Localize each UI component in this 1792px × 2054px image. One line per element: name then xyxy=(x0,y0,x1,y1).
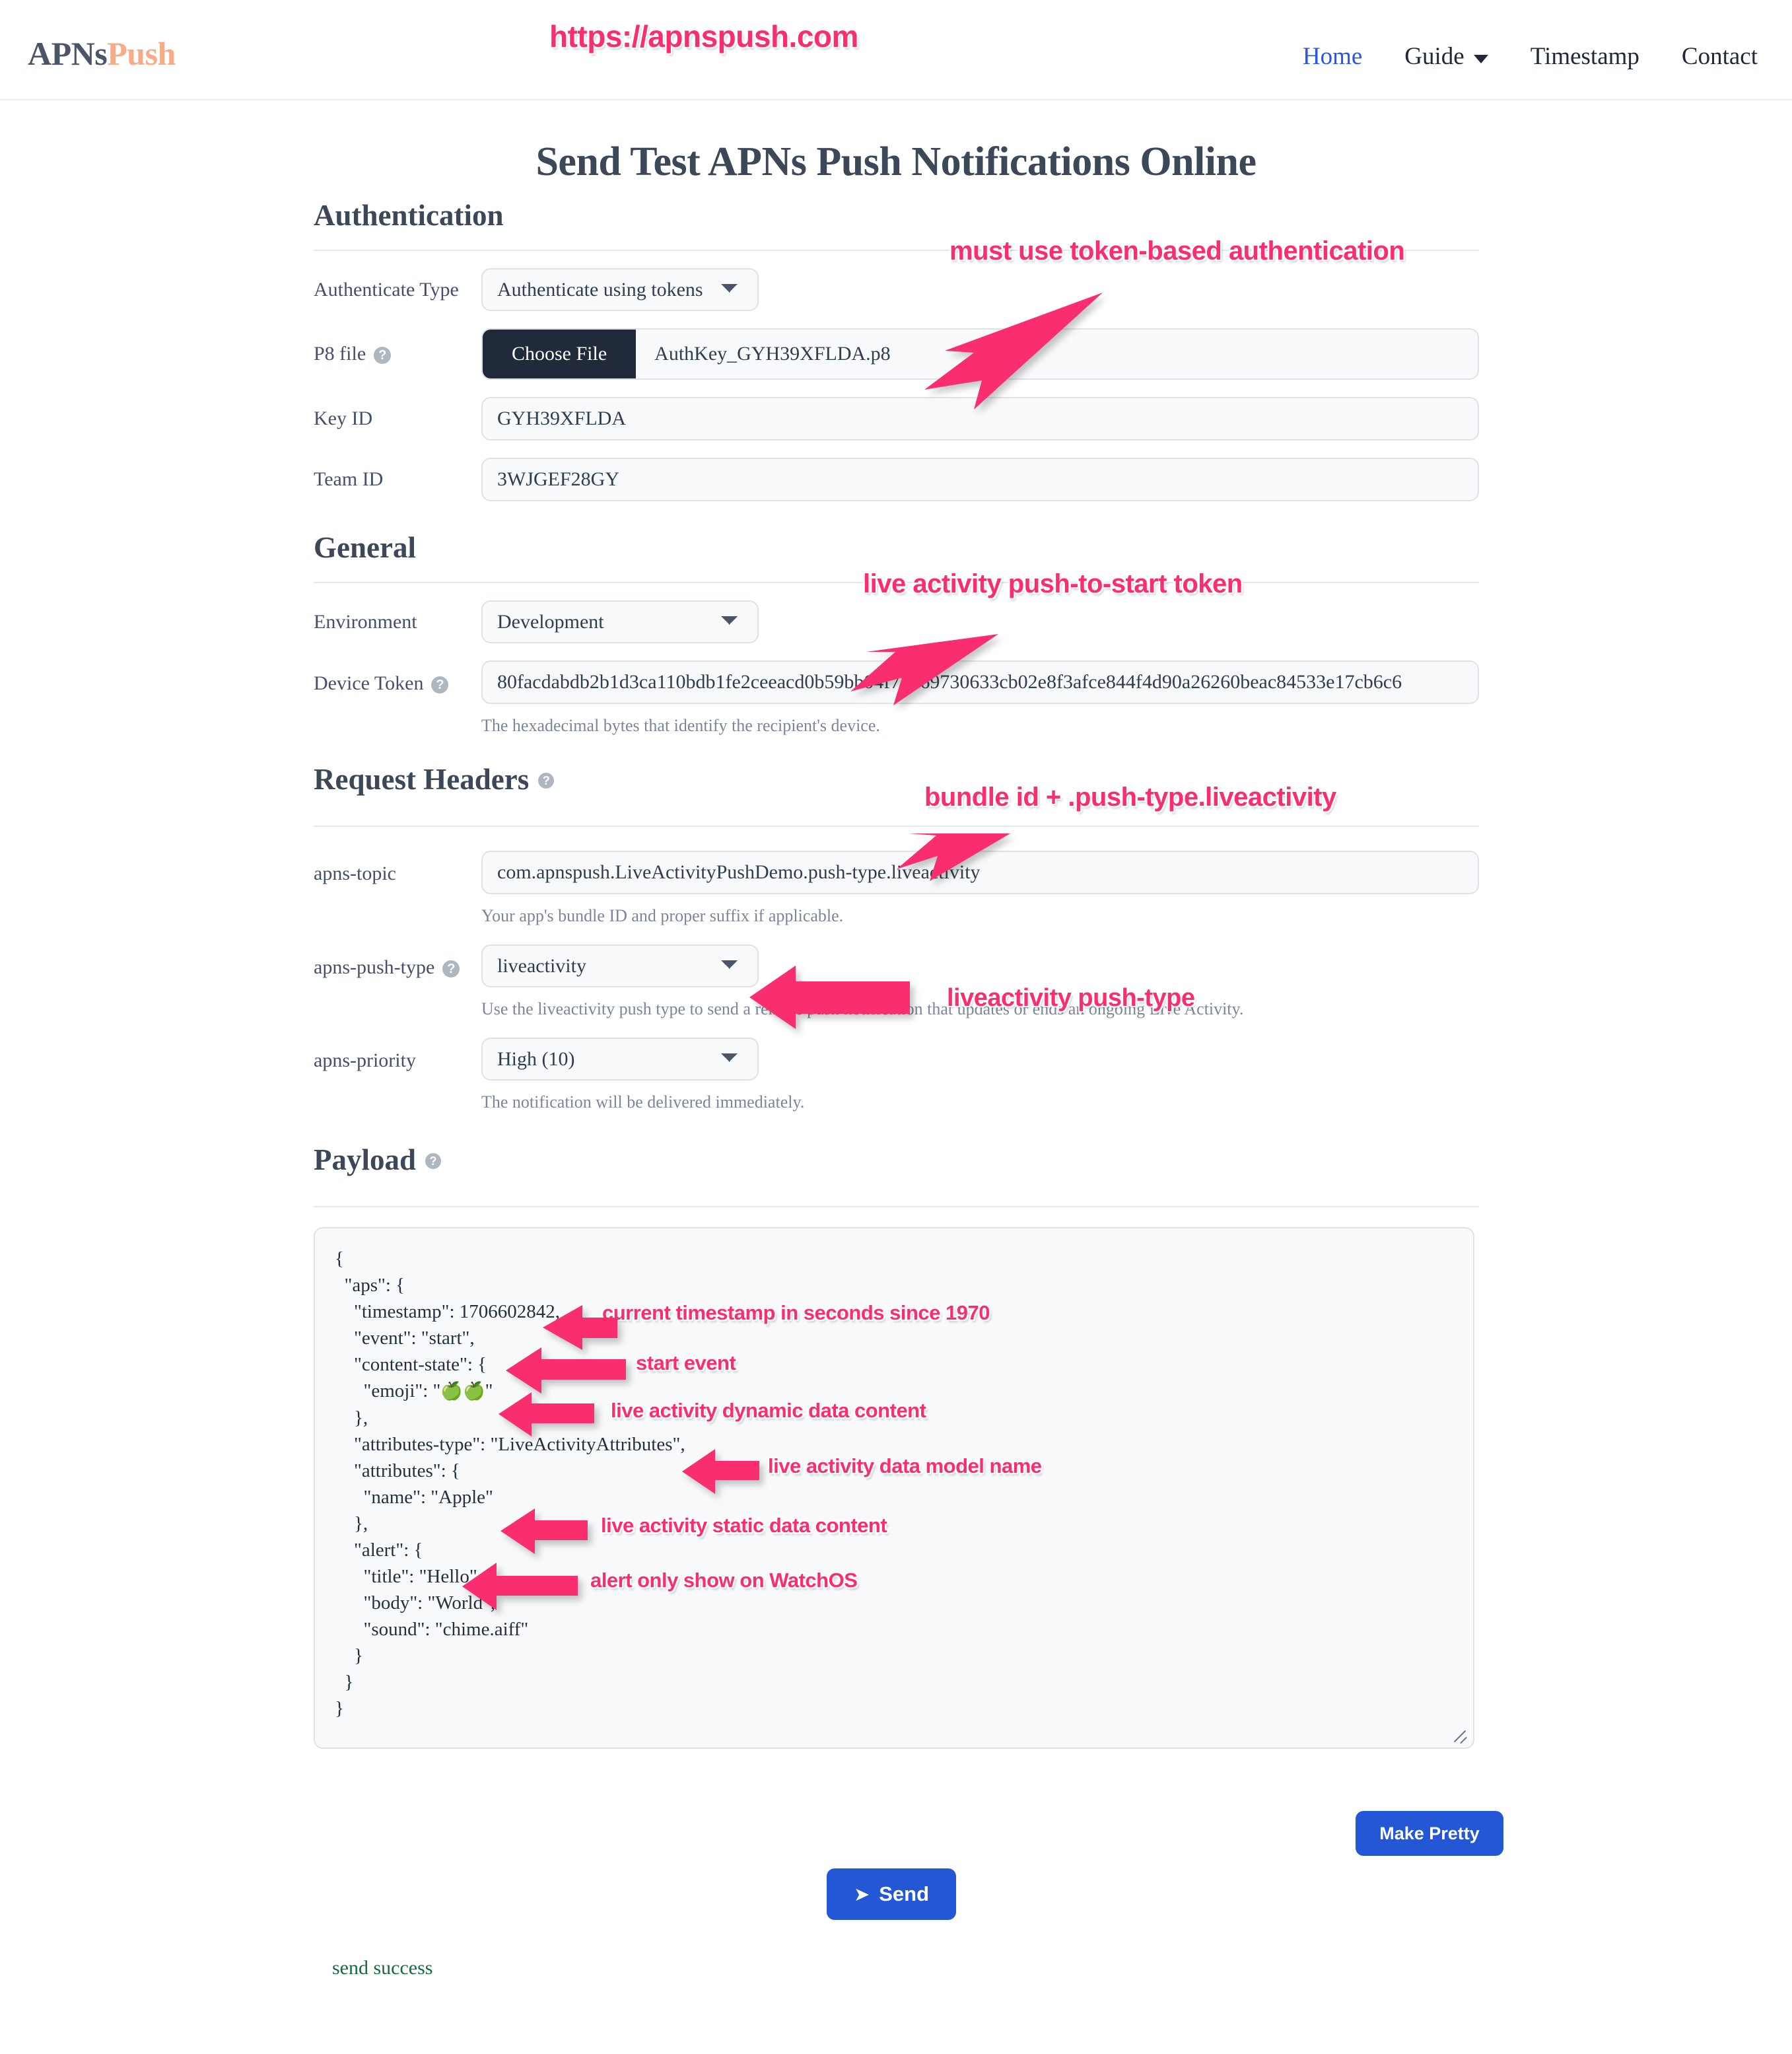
label-apns-push-type: apns-push-type ? xyxy=(314,944,481,979)
nav-links: Home Guide Timestamp Contact xyxy=(1282,42,1779,71)
nav-item-guide-label: Guide xyxy=(1404,43,1465,70)
annotation-url: https://apnspush.com xyxy=(549,19,858,53)
annotation-static-data: live activity static data content xyxy=(601,1514,887,1537)
section-heading-payload: Payload ? xyxy=(314,1143,1479,1177)
team-id-input[interactable] xyxy=(481,458,1479,501)
nav-item-contact[interactable]: Contact xyxy=(1661,42,1779,71)
device-token-input[interactable] xyxy=(481,660,1479,704)
label-device-token-text: Device Token xyxy=(314,672,424,694)
brand-primary-text: APNs xyxy=(28,35,108,72)
section-heading-request-headers-text: Request Headers xyxy=(314,763,530,796)
payload-emoji: 🍏🍏 xyxy=(440,1381,485,1401)
divider-payload xyxy=(314,1206,1479,1207)
device-token-hint: The hexadecimal bytes that identify the … xyxy=(481,716,880,735)
annotation-dynamic-data: live activity dynamic data content xyxy=(611,1399,926,1422)
nav-item-home[interactable]: Home xyxy=(1282,42,1383,71)
apns-priority-select[interactable]: High (10) xyxy=(481,1038,759,1080)
send-button[interactable]: ➤ Send xyxy=(827,1868,956,1920)
key-id-input[interactable] xyxy=(481,397,1479,441)
apns-topic-input[interactable] xyxy=(481,851,1479,894)
label-p8-file-text: P8 file xyxy=(314,343,366,365)
payload-json-part2: " }, "attributes-type": "LiveActivityAtt… xyxy=(335,1380,685,1719)
send-button-label: Send xyxy=(879,1882,930,1905)
help-icon[interactable]: ? xyxy=(374,347,392,364)
help-icon[interactable]: ? xyxy=(431,676,449,693)
help-icon[interactable]: ? xyxy=(425,1153,442,1169)
label-environment: Environment xyxy=(314,610,417,633)
payload-json-part1: { "aps": { "timestamp": 1706602842, "eve… xyxy=(335,1248,561,1401)
row-team-id: Team ID xyxy=(314,458,1479,501)
choose-file-button[interactable]: Choose File xyxy=(483,330,637,378)
label-apns-priority: apns-priority xyxy=(314,1049,416,1071)
row-apns-priority: apns-priority High (10) The notification… xyxy=(314,1038,1479,1112)
make-pretty-button[interactable]: Make Pretty xyxy=(1356,1811,1503,1856)
row-apns-push-type: apns-push-type ? liveactivity Use the li… xyxy=(314,944,1479,1019)
push-form: Authentication Authenticate Type Authent… xyxy=(314,198,1479,1749)
section-heading-authentication-text: Authentication xyxy=(314,199,504,232)
apns-topic-hint: Your app's bundle ID and proper suffix i… xyxy=(481,906,844,925)
label-apns-topic: apns-topic xyxy=(314,863,396,884)
field-device-token: The hexadecimal bytes that identify the … xyxy=(481,660,1479,736)
row-device-token: Device Token ? The hexadecimal bytes tha… xyxy=(314,660,1479,736)
label-p8-file: P8 file ? xyxy=(314,343,481,365)
label-authenticate-type: Authenticate Type xyxy=(314,278,459,301)
label-device-token: Device Token ? xyxy=(314,660,481,695)
label-key-id: Key ID xyxy=(314,407,373,429)
field-authenticate-type: Authenticate using tokens xyxy=(481,268,1479,311)
row-key-id: Key ID xyxy=(314,397,1479,441)
section-heading-general: General xyxy=(314,530,1479,565)
row-environment: Environment Development xyxy=(314,600,1479,643)
label-apns-push-type-text: apns-push-type xyxy=(314,956,435,978)
annotation-push-type: liveactivity push-type xyxy=(947,984,1195,1012)
apns-push-type-select[interactable]: liveactivity xyxy=(481,944,759,987)
row-apns-topic: apns-topic Your app's bundle ID and prop… xyxy=(314,851,1479,926)
row-p8-file: P8 file ? Choose File AuthKey_GYH39XFLDA… xyxy=(314,328,1479,380)
annotation-bundle-id: bundle id + .push-type.liveactivity xyxy=(924,783,1336,812)
help-icon[interactable]: ? xyxy=(538,773,555,789)
field-environment: Development xyxy=(481,600,1479,643)
brand-logo[interactable]: APNsPush xyxy=(28,34,176,73)
field-p8-file: Choose File AuthKey_GYH39XFLDA.p8 xyxy=(481,328,1479,380)
chevron-down-icon xyxy=(1473,55,1488,63)
help-icon[interactable]: ? xyxy=(442,960,460,977)
resize-handle-icon[interactable] xyxy=(1451,1725,1468,1742)
annotation-start-event: start event xyxy=(636,1351,736,1374)
field-key-id xyxy=(481,397,1479,441)
section-heading-general-text: General xyxy=(314,531,416,564)
annotation-data-model: live activity data model name xyxy=(768,1454,1042,1477)
field-apns-priority: High (10) The notification will be deliv… xyxy=(481,1038,1479,1112)
section-heading-authentication: Authentication xyxy=(314,198,1479,232)
navbar: APNsPush Home Guide Timestamp Contact xyxy=(0,0,1792,100)
annotation-token-auth: must use token-based authentication xyxy=(949,236,1405,266)
authenticate-type-select[interactable]: Authenticate using tokens xyxy=(481,268,759,311)
apns-priority-hint: The notification will be delivered immed… xyxy=(481,1092,805,1112)
divider-request-headers xyxy=(314,826,1479,827)
p8-file-input[interactable]: Choose File AuthKey_GYH39XFLDA.p8 xyxy=(481,328,1479,380)
paper-plane-icon: ➤ xyxy=(853,1883,870,1905)
field-team-id xyxy=(481,458,1479,501)
environment-select[interactable]: Development xyxy=(481,600,759,643)
field-apns-topic: Your app's bundle ID and proper suffix i… xyxy=(481,851,1479,926)
p8-file-name: AuthKey_GYH39XFLDA.p8 xyxy=(654,343,891,365)
annotation-alert-watchos: alert only show on WatchOS xyxy=(590,1569,858,1592)
nav-item-timestamp[interactable]: Timestamp xyxy=(1509,42,1661,71)
section-heading-payload-text: Payload xyxy=(314,1143,417,1176)
page-title: Send Test APNs Push Notifications Online xyxy=(535,139,1257,184)
status-message: send success xyxy=(332,1957,433,1979)
brand-secondary-text: Push xyxy=(107,35,176,72)
annotation-timestamp: current timestamp in seconds since 1970 xyxy=(602,1301,990,1324)
nav-item-guide[interactable]: Guide xyxy=(1383,42,1509,71)
annotation-push-to-start: live activity push-to-start token xyxy=(863,569,1243,598)
row-authenticate-type: Authenticate Type Authenticate using tok… xyxy=(314,268,1479,311)
label-team-id: Team ID xyxy=(314,468,384,490)
